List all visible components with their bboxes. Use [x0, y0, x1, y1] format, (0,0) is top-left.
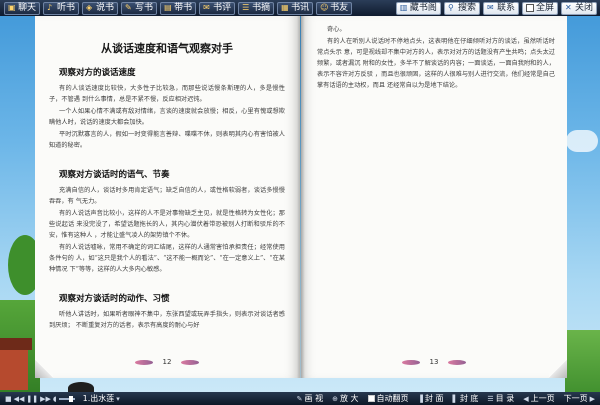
book-spine: [297, 16, 305, 378]
paragraph: 有的人说话声音比较小，这样的人不是对事物缺乏主见，就是性格转为女性化；那些说起话…: [49, 210, 285, 239]
page-number: 13: [429, 358, 439, 366]
close-button[interactable]: ✕ 关闭: [560, 1, 597, 15]
note-icon: ☰: [242, 3, 250, 12]
fullscreen-checkbox[interactable]: [525, 4, 534, 12]
top-toolbar-right: ▥ 藏书阁 ⚲ 搜索 ✉ 联系 全屏 ✕ 关闭: [395, 1, 600, 15]
fullscreen-toggle[interactable]: 全屏: [521, 1, 558, 15]
library-icon: ▥: [399, 3, 408, 12]
tell-book-button[interactable]: ◈ 说书: [82, 1, 119, 15]
contact-button[interactable]: ✉ 联系: [482, 1, 519, 15]
ornament-icon: [401, 359, 420, 365]
auto-flip-checkbox[interactable]: [367, 395, 375, 402]
auto-flip-toggle[interactable]: 自动翻页: [366, 393, 411, 404]
book-review-button[interactable]: ✉ 书评: [199, 1, 236, 15]
next-track-icon[interactable]: ▶▶: [40, 395, 51, 403]
section-heading: 观察对方谈话时的语气、节奏: [59, 170, 170, 180]
left-page-content: 从谈话速度和语气观察对手 观察对方的谈话速度 有的人谈话速度比较快，大多性子比较…: [49, 24, 285, 332]
ornament-icon: [448, 359, 467, 365]
paragraph: 有的人说话嘘咏，常用不确定的词汇结尾，这样的人通常害怕承担责任；经常使用条件句的…: [49, 244, 285, 273]
paragraph: 平时沉默寡言的人，假如一时变得能言善辩、喋喋不休，则表明其内心有害怕被人知道的秘…: [49, 131, 285, 149]
paragraph: 充满自信的人，谈话时多用肯定语气；缺乏自信的人，或性格软弱者，谈话多慢慢吞吞，有…: [49, 187, 285, 205]
media-controls: ■ ◀◀ ❚❚ ▶▶ ◖: [3, 393, 77, 404]
headphones-icon: ♪: [47, 3, 53, 12]
comment-icon: ✉: [203, 3, 210, 12]
book-news-button[interactable]: ▦ 书讯: [277, 1, 314, 15]
write-book-button[interactable]: ✎ 写书: [121, 1, 158, 15]
paragraph: 有的人在听别人说话时不停地点头，这表明他在仔细倾听对方的谈话，虽然听话时常点头示…: [317, 38, 555, 89]
top-toolbar: ▣ 聊天 ♪ 听书 ◈ 说书 ✎ 写书 ▤ 带书 ✉ 书评 ☰ 书摘 ▦ 书讯 ☺ 书友 ▥ 藏书阁…: [0, 0, 600, 16]
prev-icon: ◀: [523, 394, 529, 403]
stop-icon[interactable]: ■: [5, 395, 12, 403]
section-heading: 观察对方谈话时的动作、习惯: [59, 294, 170, 304]
right-page[interactable]: 奇心。 有的人在听别人说话时不停地点头，这表明他在仔细倾听对方的谈话，虽然听话时…: [301, 16, 567, 378]
news-icon: ▦: [281, 3, 289, 12]
right-page-content: 奇心。 有的人在听别人说话时不停地点头，这表明他在仔细倾听对方的谈话，虽然听话时…: [317, 24, 555, 92]
right-page-footer: 13: [301, 356, 567, 368]
draw-button[interactable]: ✎ 画 视: [295, 393, 325, 404]
left-page[interactable]: 从谈话速度和语气观察对手 观察对方的谈话速度 有的人谈话速度比较快，大多性子比较…: [35, 16, 300, 378]
chapter-title: 从谈话速度和语气观察对手: [101, 42, 233, 55]
bag-icon: ▤: [164, 3, 172, 12]
section-heading: 观察对方的谈话速度: [59, 68, 136, 78]
page-curl-right[interactable]: [549, 360, 567, 378]
search-icon: ⚲: [447, 3, 454, 12]
cover-icon: ▐: [417, 394, 423, 403]
prev-page-button[interactable]: ◀ 上一页: [521, 393, 556, 404]
pause-icon[interactable]: ❚❚: [26, 395, 38, 403]
bottom-toolbar: ■ ◀◀ ❚❚ ▶▶ ◖ 1.出水莲 ▾ ✎ 画 视 ⊕ 放 大 自动翻页 ▐ 封 面 …: [0, 392, 600, 405]
zoom-button[interactable]: ⊕ 放 大: [330, 393, 360, 404]
background-cloud: [566, 130, 598, 152]
volume-slider[interactable]: [58, 395, 75, 402]
next-icon: ▶: [589, 394, 595, 403]
paragraph: 奇心。: [327, 26, 346, 33]
ornament-icon: [181, 359, 200, 365]
zoom-icon: ⊕: [332, 394, 338, 403]
back-cover-button[interactable]: ▌ 封 底: [450, 393, 480, 404]
toc-icon: ☰: [487, 394, 494, 403]
chat-button[interactable]: ▣ 聊天: [4, 1, 41, 15]
book-excerpt-button[interactable]: ☰ 书摘: [238, 1, 275, 15]
friends-icon: ☺: [320, 3, 329, 12]
paragraph: 有的人谈话速度比较快，大多性子比较急，而那些说话慢条斯理的人，多是慢性子，不管遇…: [49, 85, 285, 103]
ornament-icon: [134, 359, 153, 365]
volume-icon[interactable]: ◖: [53, 395, 57, 403]
speaker-icon: ◈: [86, 3, 93, 12]
page-curl-left[interactable]: [35, 360, 53, 378]
carry-book-button[interactable]: ▤ 带书: [160, 1, 197, 15]
background-house: [0, 338, 32, 390]
music-select[interactable]: 1.出水莲 ▾: [81, 393, 122, 404]
pen-icon: ✎: [296, 394, 303, 403]
chat-icon: ▣: [8, 3, 16, 12]
page-number: 12: [162, 358, 172, 366]
prev-track-icon[interactable]: ◀◀: [14, 395, 25, 403]
search-button[interactable]: ⚲ 搜索: [443, 1, 480, 15]
volume-knob[interactable]: [68, 395, 73, 402]
paragraph: 一个人如果心情不满或有敌对情绪，言谈的速度就会放慢；相反，心里有愧或想欺瞒他人时…: [49, 108, 285, 126]
next-page-button[interactable]: 下一页 ▶: [562, 393, 597, 404]
chevron-down-icon: ▾: [116, 394, 120, 403]
listen-book-button[interactable]: ♪ 听书: [43, 1, 80, 15]
open-book: 从谈话速度和语气观察对手 观察对方的谈话速度 有的人谈话速度比较快，大多性子比较…: [35, 16, 567, 378]
book-friends-button[interactable]: ☺ 书友: [316, 1, 353, 15]
back-cover-icon: ▌: [452, 394, 458, 403]
library-button[interactable]: ▥ 藏书阁: [395, 1, 441, 15]
mail-icon: ✉: [486, 3, 494, 12]
pen-icon: ✎: [125, 3, 132, 12]
bottom-toolbar-right: ✎ 画 视 ⊕ 放 大 自动翻页 ▐ 封 面 ▌ 封 底 ☰ 目 录 ◀ 上一页 下一页 ▶: [295, 393, 597, 404]
toc-button[interactable]: ☰ 目 录: [485, 393, 516, 404]
left-page-footer: 12: [35, 356, 299, 368]
cover-button[interactable]: ▐ 封 面: [416, 393, 446, 404]
paragraph: 听他人讲话时，如果听者眼神不集中，东张西望或玩弄手指头，则表示对谈话者感到厌烦；…: [49, 311, 285, 329]
close-icon: ✕: [564, 3, 572, 12]
